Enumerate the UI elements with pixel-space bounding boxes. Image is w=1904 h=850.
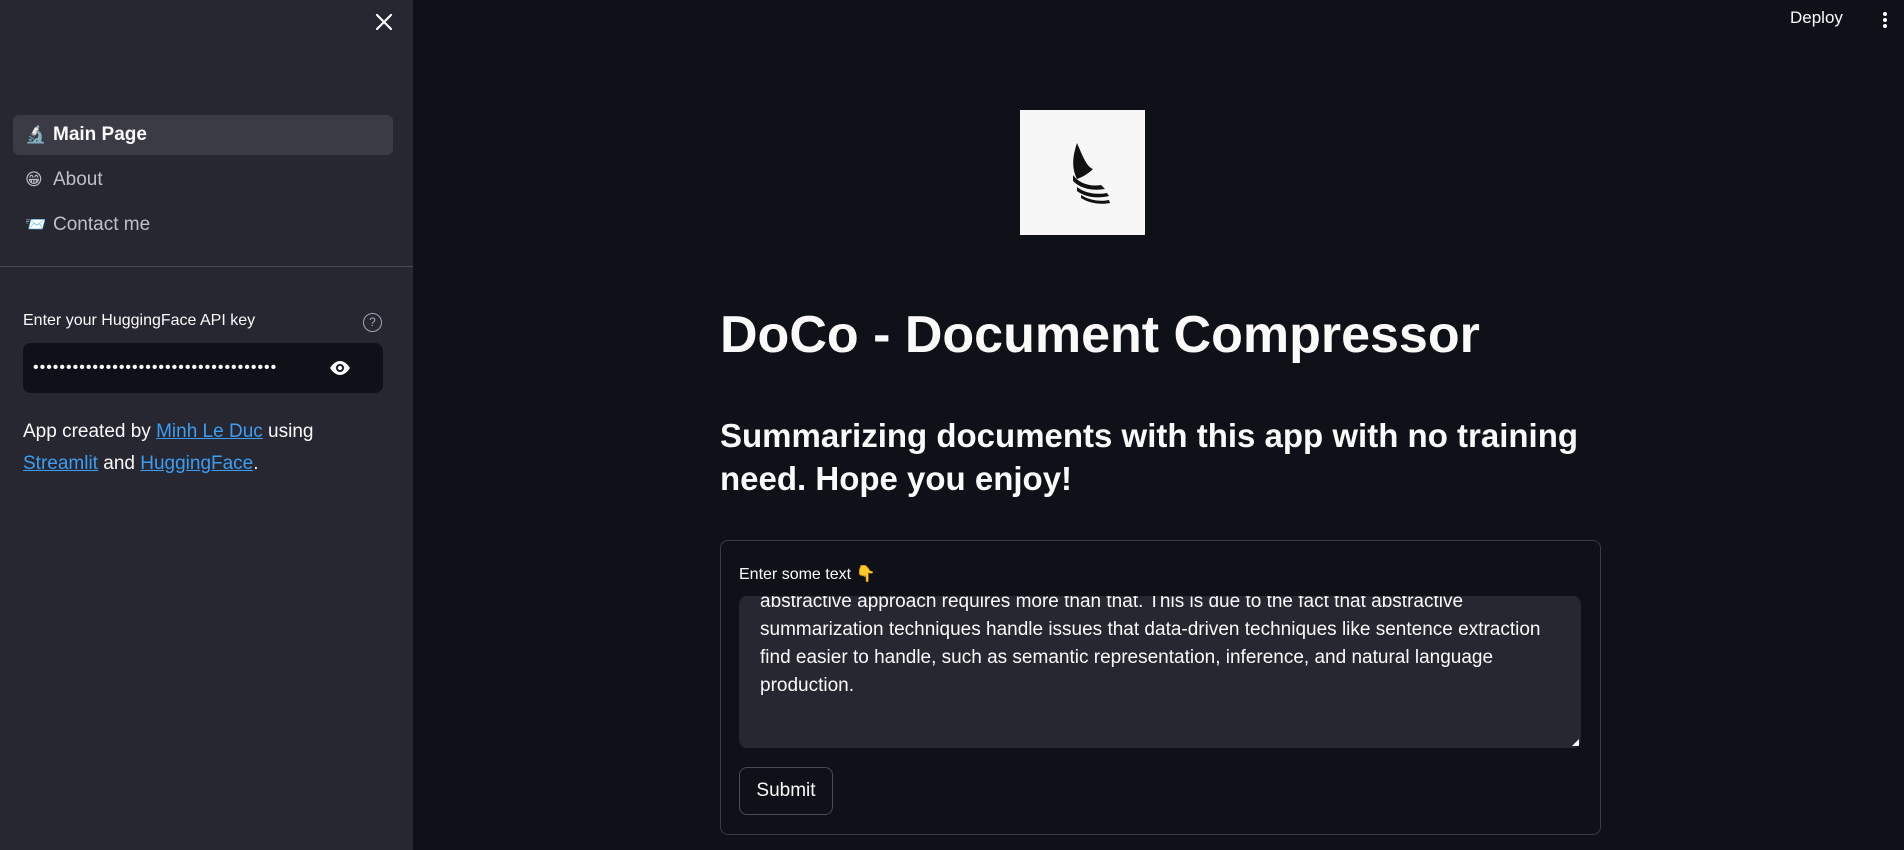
api-key-label: Enter your HuggingFace API key (23, 312, 256, 329)
credit-using: using (268, 421, 314, 442)
sidebar-item-contact-me[interactable]: 📨 Contact me (13, 205, 393, 245)
credit-and: and (103, 453, 135, 474)
sidebar-divider (0, 266, 413, 267)
text-input-content[interactable]: abstractive approach requires more than … (760, 596, 1570, 700)
credit-prefix: App created by (23, 421, 151, 442)
sidebar-item-main-page[interactable]: 🔬 Main Page (13, 115, 393, 155)
text-input-area[interactable]: abstractive approach requires more than … (739, 596, 1581, 748)
huggingface-link[interactable]: HuggingFace (140, 453, 253, 474)
sidebar: 🔬 Main Page 😁 About 📨 Contact me Enter y… (0, 0, 413, 850)
page-title: DoCo - Document Compressor (720, 306, 1480, 364)
deploy-button[interactable]: Deploy (1790, 8, 1843, 32)
api-key-field-container (23, 343, 383, 393)
resize-handle-icon[interactable] (1572, 739, 1579, 746)
eye-icon (330, 361, 350, 375)
microscope-icon: 🔬 (25, 125, 47, 144)
close-sidebar-button[interactable] (372, 10, 396, 34)
credit-text: App created by Minh Le Duc using Streaml… (23, 416, 393, 480)
sidebar-item-label: Contact me (53, 214, 151, 235)
author-link[interactable]: Minh Le Duc (156, 421, 263, 442)
sidebar-item-label: About (53, 169, 103, 190)
kebab-menu-icon (1883, 12, 1887, 16)
submit-button[interactable]: Submit (739, 767, 833, 815)
api-key-input[interactable] (23, 343, 323, 393)
kebab-menu-icon-dot (1883, 18, 1887, 22)
kebab-menu-icon-dot (1883, 24, 1887, 28)
streamlit-link[interactable]: Streamlit (23, 453, 98, 474)
app-logo (1020, 110, 1145, 235)
help-icon[interactable]: ? (363, 313, 382, 332)
close-icon (375, 13, 393, 31)
envelope-icon: 📨 (25, 215, 47, 234)
app-root: 🔬 Main Page 😁 About 📨 Contact me Enter y… (0, 0, 1904, 850)
text-input-label: Enter some text 👇 (739, 566, 876, 583)
sidebar-item-label: Main Page (53, 124, 147, 145)
sailboat-logo-icon (1072, 142, 1110, 204)
main-menu-button[interactable] (1877, 9, 1893, 31)
sidebar-nav: 🔬 Main Page 😁 About 📨 Contact me (13, 115, 393, 250)
credit-suffix: . (253, 453, 259, 474)
grinning-face-icon: 😁 (25, 170, 43, 189)
show-password-button[interactable] (325, 355, 355, 381)
page-subtitle: Summarizing documents with this app with… (720, 417, 1579, 497)
sidebar-item-about[interactable]: 😁 About (13, 160, 393, 200)
summarize-form: Enter some text 👇 abstractive approach r… (720, 540, 1601, 835)
